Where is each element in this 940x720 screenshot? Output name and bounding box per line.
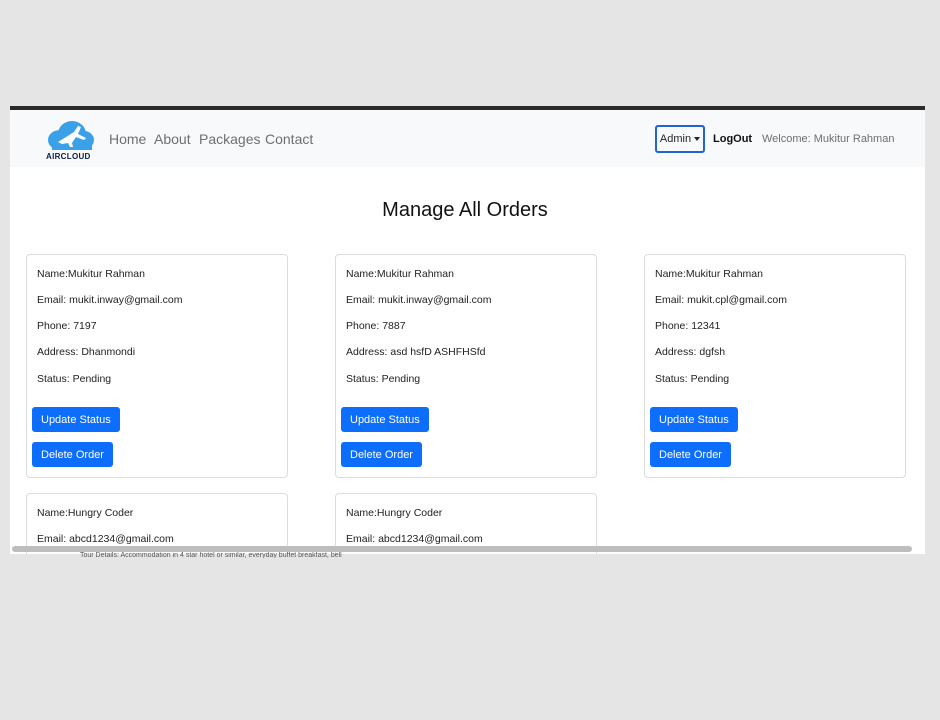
order-phone: Phone: 7197 <box>37 320 97 332</box>
order-address: Address: asd hsfD ASHFHSfd <box>346 346 486 358</box>
update-status-button[interactable]: Update Status <box>341 407 429 432</box>
order-status: Status: Pending <box>346 373 421 385</box>
order-name: Name:Hungry Coder <box>346 507 443 519</box>
order-card: Name:Mukitur Rahman Email: mukit.inway@g… <box>26 254 288 478</box>
order-name: Name:Mukitur Rahman <box>37 268 145 280</box>
brand-name: AIRCLOUD <box>46 152 91 161</box>
order-email: Email: abcd1234@gmail.com <box>37 533 174 545</box>
delete-order-button[interactable]: Delete Order <box>32 442 113 467</box>
logout-link[interactable]: LogOut <box>713 133 752 145</box>
order-address: Address: Dhanmondi <box>37 346 136 358</box>
order-name: Name:Hungry Coder <box>37 507 134 519</box>
browser-viewport: AIRCLOUD Home About Packages Contact Adm… <box>10 106 925 554</box>
delete-order-button[interactable]: Delete Order <box>341 442 422 467</box>
welcome-text: Welcome: Mukitur Rahman <box>762 133 895 145</box>
delete-order-button[interactable]: Delete Order <box>650 442 731 467</box>
order-status: Status: Pending <box>37 373 112 385</box>
order-card: Name:Hungry Coder Email: abcd1234@gmail.… <box>335 493 597 554</box>
update-status-button[interactable]: Update Status <box>32 407 120 432</box>
order-name: Name:Mukitur Rahman <box>346 268 454 280</box>
order-status: Status: Pending <box>655 373 730 385</box>
admin-dropdown-button[interactable]: Admin <box>655 125 705 153</box>
nav-packages-link[interactable]: Packages <box>199 131 260 147</box>
order-email: Email: mukit.inway@gmail.com <box>37 294 183 306</box>
order-phone: Phone: 7887 <box>346 320 406 332</box>
order-email: Email: abcd1234@gmail.com <box>346 533 483 545</box>
admin-label: Admin <box>659 133 692 145</box>
order-card: Name:Mukitur Rahman Email: mukit.cpl@gma… <box>644 254 906 478</box>
update-status-button[interactable]: Update Status <box>650 407 738 432</box>
caret-down-icon <box>694 137 701 141</box>
background-page-text: Tour Details: Accommodation in 4 star ho… <box>80 552 342 558</box>
navbar: AIRCLOUD Home About Packages Contact Adm… <box>10 110 925 167</box>
nav-about-link[interactable]: About <box>154 131 191 147</box>
page-title: Manage All Orders <box>382 199 548 221</box>
order-card: Name:Mukitur Rahman Email: mukit.inway@g… <box>335 254 597 478</box>
order-phone: Phone: 12341 <box>655 320 721 332</box>
nav-home-link[interactable]: Home <box>109 131 146 147</box>
order-email: Email: mukit.inway@gmail.com <box>346 294 492 306</box>
order-card: Name:Hungry Coder Email: abcd1234@gmail.… <box>26 493 288 554</box>
order-email: Email: mukit.cpl@gmail.com <box>655 294 788 306</box>
order-name: Name:Mukitur Rahman <box>655 268 763 280</box>
nav-contact-link[interactable]: Contact <box>265 131 313 147</box>
order-address: Address: dgfsh <box>655 346 726 358</box>
